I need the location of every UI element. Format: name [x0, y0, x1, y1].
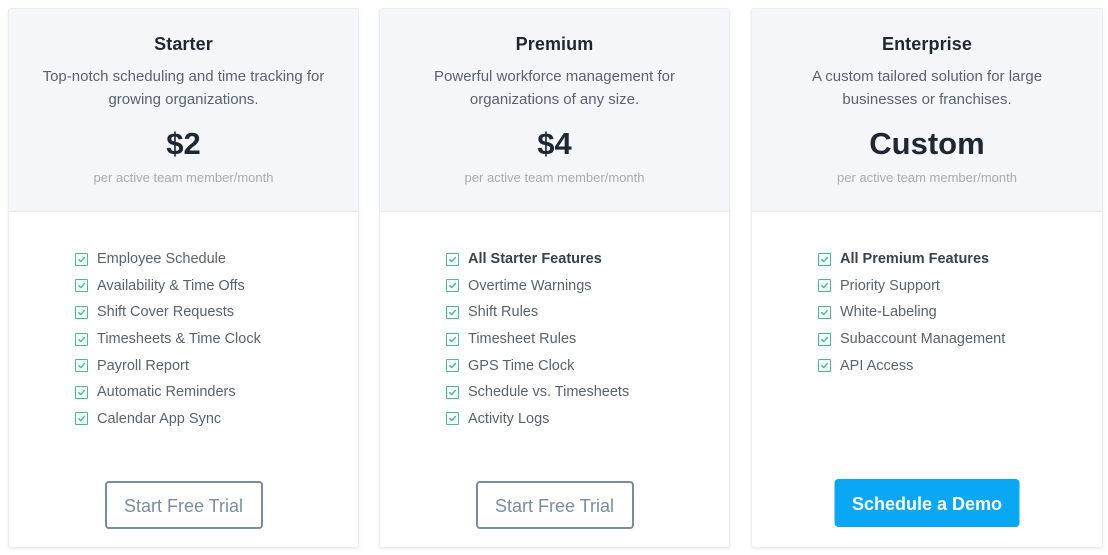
checkbox-checked-icon [818, 359, 831, 373]
plan-header: Starter Top-notch scheduling and time tr… [9, 9, 358, 212]
checkbox-checked-icon [818, 332, 831, 346]
checkbox-checked-icon [75, 359, 88, 373]
checkbox-checked-icon [75, 332, 88, 346]
feature-label: All Starter Features [468, 251, 602, 268]
feature-label: Schedule vs. Timesheets [468, 384, 630, 401]
feature-label: All Premium Features [840, 251, 990, 268]
feature-label: Overtime Warnings [468, 277, 592, 294]
feature-label: GPS Time Clock [468, 357, 575, 374]
feature-item: Timesheets & Time Clock [75, 326, 261, 353]
plan-price: $4 [537, 126, 572, 161]
checkbox-checked-icon [75, 252, 88, 266]
checkbox-checked-icon [446, 359, 459, 373]
feature-label: Automatic Reminders [97, 384, 236, 401]
checkbox-checked-icon [75, 305, 88, 319]
feature-label: Calendar App Sync [97, 410, 222, 427]
checkbox-checked-icon [75, 279, 88, 293]
checkbox-checked-icon [446, 252, 459, 266]
plan-description: Powerful workforce management for organi… [434, 68, 675, 108]
plan-card-starter: Starter Top-notch scheduling and time tr… [8, 8, 359, 548]
plan-title: Premium [515, 34, 594, 54]
feature-label: Subaccount Management [840, 331, 1006, 348]
start-free-trial-button[interactable]: Start Free Trial [104, 481, 263, 529]
feature-label: Availability & Time Offs [97, 277, 245, 294]
plan-price-unit: per active team member/month [93, 170, 274, 185]
checkbox-checked-icon [446, 385, 459, 399]
plan-title: Enterprise [881, 34, 973, 54]
schedule-demo-button[interactable]: Schedule a Demo [834, 479, 1020, 527]
plan-description: Top-notch scheduling and time tracking f… [42, 68, 325, 108]
checkbox-checked-icon [446, 279, 459, 293]
feature-item: Payroll Report [75, 352, 261, 379]
plan-price: $2 [166, 126, 201, 161]
feature-label: Timesheet Rules [468, 331, 577, 348]
feature-label: White-Labeling [840, 304, 937, 321]
plan-header: Premium Powerful workforce management fo… [380, 9, 729, 212]
start-free-trial-button[interactable]: Start Free Trial [475, 481, 634, 529]
feature-item: White-Labeling [818, 299, 1005, 326]
feature-item: Shift Cover Requests [75, 299, 261, 326]
checkbox-checked-icon [75, 385, 88, 399]
feature-label: Employee Schedule [97, 251, 226, 268]
feature-item: Automatic Reminders [75, 379, 261, 406]
feature-list: All Starter Features Overtime Warnings Shi… [446, 246, 629, 432]
checkbox-checked-icon [75, 412, 88, 426]
feature-label: Timesheets & Time Clock [97, 331, 261, 348]
plan-header: Enterprise A custom tailored solution fo… [752, 9, 1102, 212]
feature-item: Shift Rules [446, 299, 629, 326]
feature-item: GPS Time Clock [446, 352, 629, 379]
feature-item: All Starter Features [446, 246, 629, 273]
plan-price: Custom [869, 126, 985, 161]
feature-item: Availability & Time Offs [75, 273, 261, 300]
checkbox-checked-icon [818, 279, 831, 293]
plan-card-enterprise: Enterprise A custom tailored solution fo… [751, 8, 1103, 548]
checkbox-checked-icon [818, 252, 831, 266]
feature-item: Priority Support [818, 273, 1005, 300]
feature-item: Timesheet Rules [446, 326, 629, 353]
feature-item: Overtime Warnings [446, 273, 629, 300]
feature-label: Shift Rules [468, 304, 539, 321]
plan-price-unit: per active team member/month [464, 170, 645, 185]
checkbox-checked-icon [818, 305, 831, 319]
checkbox-checked-icon [446, 412, 459, 426]
plan-card-premium: Premium Powerful workforce management fo… [379, 8, 730, 548]
feature-item: Employee Schedule [75, 246, 261, 273]
feature-item: Schedule vs. Timesheets [446, 379, 629, 406]
feature-item: Calendar App Sync [75, 406, 261, 433]
feature-label: API Access [840, 357, 914, 374]
feature-list: Employee Schedule Availability & Time Off… [75, 246, 261, 432]
feature-item: Activity Logs [446, 406, 629, 433]
feature-item: Subaccount Management [818, 326, 1005, 353]
plan-description: A custom tailored solution for large bus… [811, 68, 1043, 108]
feature-list: All Premium Features Priority Support Whit… [818, 246, 1005, 379]
feature-item: All Premium Features [818, 246, 1005, 273]
plan-price-unit: per active team member/month [837, 170, 1017, 185]
checkbox-checked-icon [446, 305, 459, 319]
feature-label: Priority Support [840, 277, 940, 294]
feature-label: Shift Cover Requests [97, 304, 235, 321]
checkbox-checked-icon [446, 332, 459, 346]
feature-label: Activity Logs [468, 410, 550, 427]
feature-label: Payroll Report [97, 357, 189, 374]
plan-title: Starter [154, 34, 213, 54]
feature-item: API Access [818, 352, 1005, 379]
